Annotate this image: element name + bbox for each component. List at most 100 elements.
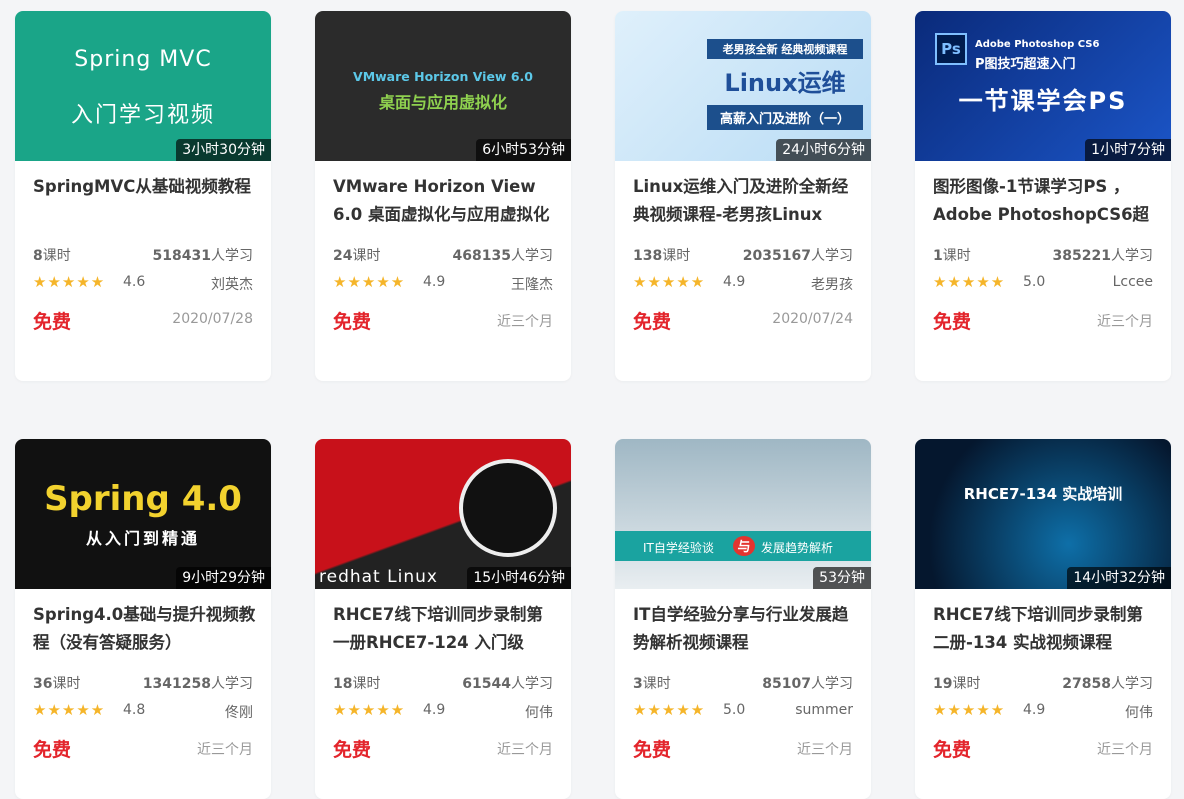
course-card[interactable]: IT自学经验谈 与 发展趋势解析 53分钟 IT自学经验分享与行业发展趋势解析视… [615, 439, 871, 799]
rating-score: 4.9 [1023, 702, 1046, 718]
author-name[interactable]: Lccee [1113, 274, 1153, 290]
price-label: 免费 [933, 311, 972, 333]
course-title[interactable]: 图形图像-1节课学习PS ，Adobe PhotoshopCS6超速 [933, 173, 1157, 229]
star-icons: ★★★★★ [933, 701, 1006, 719]
course-title[interactable]: RHCE7线下培训同步录制第一册RHCE7-124 入门级 [333, 601, 557, 657]
thumb-line: P图技巧超速入门 [975, 57, 1076, 72]
course-thumbnail[interactable]: VMware Horizon View 6.0 桌面与应用虚拟化 6小时53分钟 [315, 11, 571, 161]
course-card[interactable]: Spring 4.0 从入门到精通 9小时29分钟 Spring4.0基础与提升… [15, 439, 271, 799]
rating-score: 5.0 [1023, 274, 1046, 290]
course-title[interactable]: SpringMVC从基础视频教程 [33, 173, 257, 229]
redhat-logo-icon [459, 459, 557, 557]
course-meta: 3课时 85107人学习 [633, 673, 853, 692]
course-meta: 24课时 468135人学习 [333, 245, 553, 264]
price-label: 免费 [633, 311, 672, 333]
thumb-line: 高薪入门及进阶（一） [707, 105, 863, 130]
lesson-count: 8 [33, 248, 43, 264]
rating-score: 4.9 [423, 274, 446, 290]
course-meta: 36课时 1341258人学习 [33, 673, 253, 692]
student-unit: 人学习 [811, 248, 853, 264]
course-card[interactable]: Spring MVC 入门学习视频 3小时30分钟 SpringMVC从基础视频… [15, 11, 271, 381]
author-name[interactable]: 老男孩 [811, 274, 853, 294]
course-meta: 19课时 27858人学习 [933, 673, 1153, 692]
duration-badge: 9小时29分钟 [176, 567, 271, 589]
photoshop-logo-icon: Ps [935, 33, 967, 65]
duration-badge: 3小时30分钟 [176, 139, 271, 161]
course-thumbnail[interactable]: Spring MVC 入门学习视频 3小时30分钟 [15, 11, 271, 161]
course-thumbnail[interactable]: IT自学经验谈 与 发展趋势解析 53分钟 [615, 439, 871, 589]
star-icons: ★★★★★ [633, 701, 706, 719]
course-rating: ★★★★★ 4.8 佟刚 [33, 701, 253, 722]
publish-date: 2020/07/24 [772, 311, 853, 327]
publish-date: 近三个月 [797, 742, 853, 758]
course-title[interactable]: Spring4.0基础与提升视频教程（没有答疑服务） [33, 601, 257, 657]
course-rating: ★★★★★ 4.9 老男孩 [633, 273, 853, 294]
course-thumbnail[interactable]: Ps Adobe Photoshop CS6 P图技巧超速入门 一节课学会PS … [915, 11, 1171, 161]
student-count: 2035167 [742, 248, 811, 264]
rating-score: 4.6 [123, 274, 146, 290]
course-meta: 1课时 385221人学习 [933, 245, 1153, 264]
lesson-unit: 课时 [952, 676, 981, 692]
price-label: 免费 [333, 311, 372, 333]
student-count: 468135 [452, 248, 511, 264]
student-unit: 人学习 [811, 676, 853, 692]
author-name[interactable]: 何伟 [1125, 702, 1153, 722]
course-rating: ★★★★★ 4.9 何伟 [933, 701, 1153, 722]
lesson-count: 138 [633, 248, 663, 264]
thumb-line: 与 [733, 536, 755, 556]
thumb-line: 老男孩全新 经典视频课程 [707, 39, 863, 59]
course-card[interactable]: Ps Adobe Photoshop CS6 P图技巧超速入门 一节课学会PS … [915, 11, 1171, 381]
student-unit: 人学习 [211, 248, 253, 264]
course-rating: ★★★★★ 4.9 王隆杰 [333, 273, 553, 294]
lesson-unit: 课时 [942, 248, 971, 264]
publish-date: 近三个月 [497, 314, 553, 330]
thumb-line: Spring MVC [74, 47, 212, 72]
lesson-count: 36 [33, 676, 53, 692]
author-name[interactable]: 何伟 [525, 702, 553, 722]
lesson-count: 19 [933, 676, 953, 692]
lesson-count: 3 [633, 676, 643, 692]
publish-date: 近三个月 [1097, 742, 1153, 758]
course-title[interactable]: VMware Horizon View 6.0 桌面虚拟化与应用虚拟化视 [333, 173, 557, 229]
price-label: 免费 [33, 739, 72, 761]
course-rating: ★★★★★ 5.0 summer [633, 701, 853, 719]
author-name[interactable]: 佟刚 [225, 702, 253, 722]
course-thumbnail[interactable]: redhat Linux 15小时46分钟 [315, 439, 571, 589]
course-rating: ★★★★★ 4.6 刘英杰 [33, 273, 253, 294]
student-unit: 人学习 [511, 676, 553, 692]
author-name[interactable]: 刘英杰 [211, 274, 253, 294]
star-icons: ★★★★★ [933, 273, 1006, 291]
course-thumbnail[interactable]: Spring 4.0 从入门到精通 9小时29分钟 [15, 439, 271, 589]
thumb-line: Adobe Photoshop CS6 [975, 39, 1100, 50]
thumb-line: VMware Horizon View 6.0 [353, 69, 533, 84]
course-thumbnail[interactable]: RHCE7-134 实战培训 14小时32分钟 [915, 439, 1171, 589]
lesson-count: 24 [333, 248, 353, 264]
student-unit: 人学习 [1111, 248, 1153, 264]
course-title[interactable]: Linux运维入门及进阶全新经典视频课程-老男孩Linux [633, 173, 857, 229]
student-unit: 人学习 [511, 248, 553, 264]
course-card[interactable]: VMware Horizon View 6.0 桌面与应用虚拟化 6小时53分钟… [315, 11, 571, 381]
author-name[interactable]: 王隆杰 [511, 274, 553, 294]
course-title[interactable]: IT自学经验分享与行业发展趋势解析视频课程 [633, 601, 857, 657]
publish-date: 2020/07/28 [172, 311, 253, 327]
star-icons: ★★★★★ [633, 273, 706, 291]
student-count: 385221 [1052, 248, 1111, 264]
rating-score: 4.8 [123, 702, 146, 718]
course-card[interactable]: redhat Linux 15小时46分钟 RHCE7线下培训同步录制第一册RH… [315, 439, 571, 799]
thumb-line: Linux运维 [724, 69, 846, 97]
course-title[interactable]: RHCE7线下培训同步录制第二册-134 实战视频课程 [933, 601, 1157, 657]
publish-date: 近三个月 [497, 742, 553, 758]
duration-badge: 6小时53分钟 [476, 139, 571, 161]
lesson-count: 1 [933, 248, 943, 264]
course-card[interactable]: RHCE7-134 实战培训 14小时32分钟 RHCE7线下培训同步录制第二册… [915, 439, 1171, 799]
author-name[interactable]: summer [795, 702, 853, 718]
lesson-unit: 课时 [642, 676, 671, 692]
course-thumbnail[interactable]: 老男孩全新 经典视频课程 Linux运维 高薪入门及进阶（一） 24小时6分钟 [615, 11, 871, 161]
lesson-unit: 课时 [42, 248, 71, 264]
lesson-unit: 课时 [352, 676, 381, 692]
course-card[interactable]: 老男孩全新 经典视频课程 Linux运维 高薪入门及进阶（一） 24小时6分钟 … [615, 11, 871, 381]
star-icons: ★★★★★ [333, 273, 406, 291]
thumb-line: 一节课学会PS [958, 87, 1128, 115]
publish-date: 近三个月 [197, 742, 253, 758]
student-count: 518431 [152, 248, 211, 264]
